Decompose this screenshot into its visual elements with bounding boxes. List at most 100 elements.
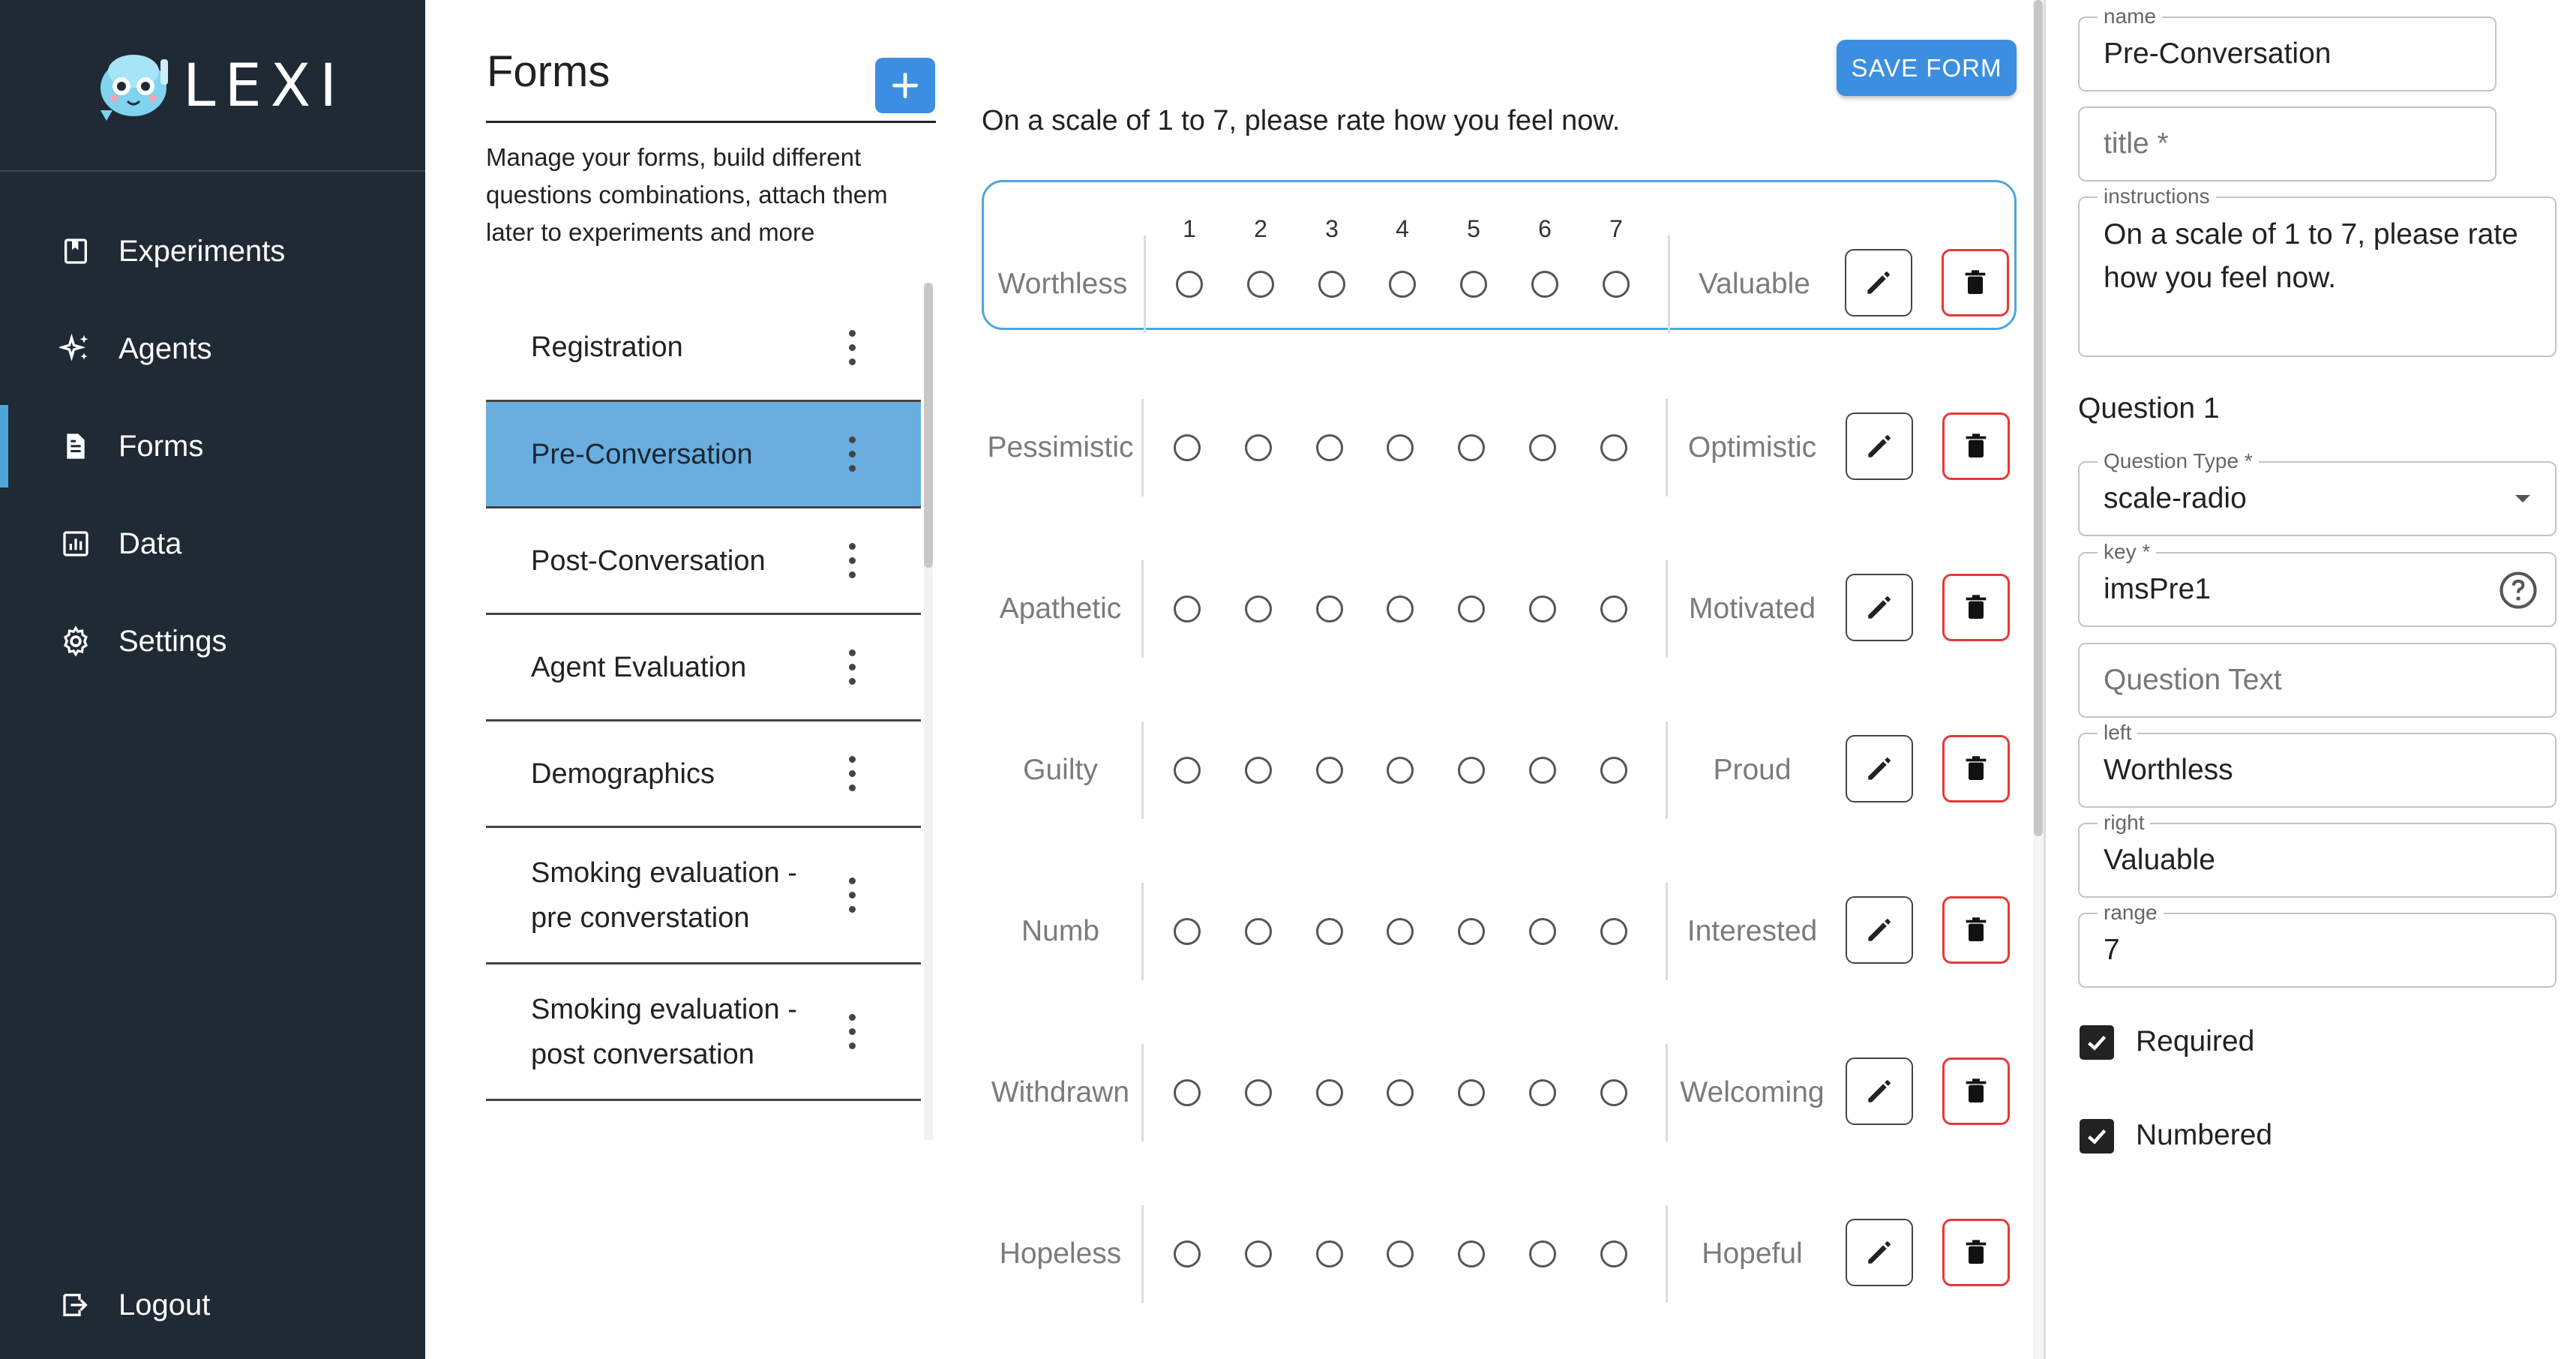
- scale-radio-option[interactable]: [1458, 1079, 1485, 1106]
- edit-question-button[interactable]: [1846, 735, 1913, 802]
- delete-question-button[interactable]: [1942, 735, 2010, 802]
- scale-radio-option[interactable]: [1316, 918, 1343, 945]
- scale-radio-option[interactable]: [1458, 596, 1485, 622]
- scale-radio-option[interactable]: [1600, 918, 1627, 945]
- scale-radio-option[interactable]: [1245, 434, 1272, 461]
- name-field[interactable]: name Pre-Conversation: [2078, 4, 2497, 92]
- delete-question-button[interactable]: [1942, 412, 2010, 480]
- sidebar-item-settings[interactable]: Settings: [0, 600, 425, 682]
- question-row[interactable]: Hopeless Hopeful: [982, 1179, 2017, 1329]
- scale-radio-option[interactable]: [1387, 1240, 1414, 1268]
- scale-radio-option[interactable]: [1247, 271, 1274, 298]
- sidebar-item-data[interactable]: Data: [0, 502, 425, 585]
- more-vert-icon[interactable]: [843, 1010, 861, 1054]
- scale-radio-option[interactable]: [1600, 757, 1627, 784]
- more-vert-icon[interactable]: [843, 325, 861, 370]
- delete-question-button[interactable]: [1942, 249, 2009, 316]
- scale-radio-option[interactable]: [1600, 1240, 1627, 1268]
- scale-radio-option[interactable]: [1389, 271, 1416, 298]
- more-vert-icon[interactable]: [843, 873, 861, 918]
- delete-question-button[interactable]: [1942, 1058, 2010, 1125]
- edit-question-button[interactable]: [1846, 1219, 1913, 1286]
- list-item-smoking-post[interactable]: Smoking evaluation - post conversation: [486, 964, 921, 1101]
- scale-radio-option[interactable]: [1458, 434, 1485, 461]
- scale-radio-option[interactable]: [1529, 596, 1556, 622]
- sidebar-item-agents[interactable]: Agents: [0, 308, 425, 390]
- list-item-demographics[interactable]: Demographics: [486, 722, 921, 828]
- scale-radio-option[interactable]: [1529, 757, 1556, 784]
- scale-radio-option[interactable]: [1387, 596, 1414, 622]
- question-row[interactable]: Numb Interested: [982, 856, 2017, 1006]
- scale-radio-option[interactable]: [1387, 1079, 1414, 1106]
- delete-question-button[interactable]: [1942, 574, 2010, 641]
- scale-radio-option[interactable]: [1387, 757, 1414, 784]
- more-vert-icon[interactable]: [843, 432, 861, 477]
- scale-radio-option[interactable]: [1245, 757, 1272, 784]
- scale-radio-option[interactable]: [1245, 596, 1272, 622]
- required-checkbox[interactable]: [2080, 1025, 2114, 1060]
- list-item-smoking-pre[interactable]: Smoking evaluation - pre converstation: [486, 828, 921, 964]
- more-vert-icon[interactable]: [843, 538, 861, 584]
- instructions-field[interactable]: instructions On a scale of 1 to 7, pleas…: [2078, 184, 2557, 357]
- list-item-agent-evaluation[interactable]: Agent Evaluation: [486, 615, 921, 722]
- edit-question-button[interactable]: [1845, 249, 1912, 316]
- question-type-select[interactable]: Question Type * scale-radio: [2078, 449, 2557, 536]
- edit-question-button[interactable]: [1846, 412, 1913, 480]
- left-label-field[interactable]: left Worthless: [2078, 721, 2557, 808]
- scale-radio-option[interactable]: [1529, 1079, 1556, 1106]
- question-text-field[interactable]: Question Text: [2078, 643, 2557, 718]
- scale-radio-option[interactable]: [1174, 1079, 1201, 1106]
- sidebar-item-experiments[interactable]: Experiments: [0, 210, 425, 292]
- scale-radio-option[interactable]: [1245, 918, 1272, 945]
- scale-radio-option[interactable]: [1174, 1240, 1201, 1268]
- scale-radio-option[interactable]: [1174, 434, 1201, 461]
- scale-radio-option[interactable]: [1460, 271, 1487, 298]
- question-row[interactable]: Apathetic Motivated: [982, 534, 2017, 684]
- scale-radio-option[interactable]: [1245, 1240, 1272, 1268]
- scale-radio-option[interactable]: [1387, 918, 1414, 945]
- scale-radio-option[interactable]: [1174, 596, 1201, 622]
- list-item-registration[interactable]: Registration: [486, 295, 921, 402]
- scale-radio-option[interactable]: [1318, 271, 1345, 298]
- scale-radio-option[interactable]: [1316, 434, 1343, 461]
- range-field[interactable]: range 7: [2078, 901, 2557, 988]
- save-form-button[interactable]: SAVE FORM: [1837, 40, 2017, 96]
- list-item-pre-conversation[interactable]: Pre-Conversation: [486, 402, 921, 508]
- edit-question-button[interactable]: [1846, 1058, 1913, 1125]
- scale-radio-option[interactable]: [1458, 757, 1485, 784]
- question-row[interactable]: Withdrawn Welcoming: [982, 1018, 2017, 1168]
- scale-radio-option[interactable]: [1529, 1240, 1556, 1268]
- question-row[interactable]: Worthless 1 2 3 4 5 6 7 Valuable: [982, 180, 2017, 333]
- help-icon[interactable]: [2498, 570, 2539, 614]
- question-row[interactable]: Guilty Proud: [982, 695, 2017, 845]
- key-field[interactable]: key * imsPre1: [2078, 540, 2557, 627]
- scrollbar-thumb[interactable]: [2034, 0, 2043, 836]
- scale-radio-option[interactable]: [1458, 1240, 1485, 1268]
- logout-button[interactable]: Logout: [0, 1264, 425, 1346]
- numbered-checkbox[interactable]: [2080, 1119, 2114, 1154]
- sidebar-item-forms[interactable]: Forms: [0, 405, 425, 488]
- scale-radio-option[interactable]: [1387, 434, 1414, 461]
- scale-radio-option[interactable]: [1529, 918, 1556, 945]
- scale-radio-option[interactable]: [1176, 271, 1203, 298]
- delete-question-button[interactable]: [1942, 896, 2010, 964]
- list-item-post-conversation[interactable]: Post-Conversation: [486, 508, 921, 615]
- scale-radio-option[interactable]: [1245, 1079, 1272, 1106]
- scale-radio-option[interactable]: [1174, 757, 1201, 784]
- edit-question-button[interactable]: [1846, 574, 1913, 641]
- scale-radio-option[interactable]: [1600, 434, 1627, 461]
- scale-radio-option[interactable]: [1316, 596, 1343, 622]
- scale-radio-option[interactable]: [1174, 918, 1201, 945]
- more-vert-icon[interactable]: [843, 645, 861, 690]
- scale-radio-option[interactable]: [1600, 596, 1627, 622]
- forms-list-scrollbar[interactable]: [924, 283, 933, 1140]
- delete-question-button[interactable]: [1942, 1219, 2010, 1286]
- scrollbar-thumb[interactable]: [924, 283, 933, 568]
- app-logo[interactable]: LEXI: [90, 41, 346, 131]
- editor-scrollbar[interactable]: [2033, 0, 2044, 1359]
- add-form-button[interactable]: [875, 58, 935, 113]
- scale-radio-option[interactable]: [1603, 271, 1630, 298]
- scale-radio-option[interactable]: [1316, 1240, 1343, 1268]
- scale-radio-option[interactable]: [1458, 918, 1485, 945]
- scale-radio-option[interactable]: [1316, 757, 1343, 784]
